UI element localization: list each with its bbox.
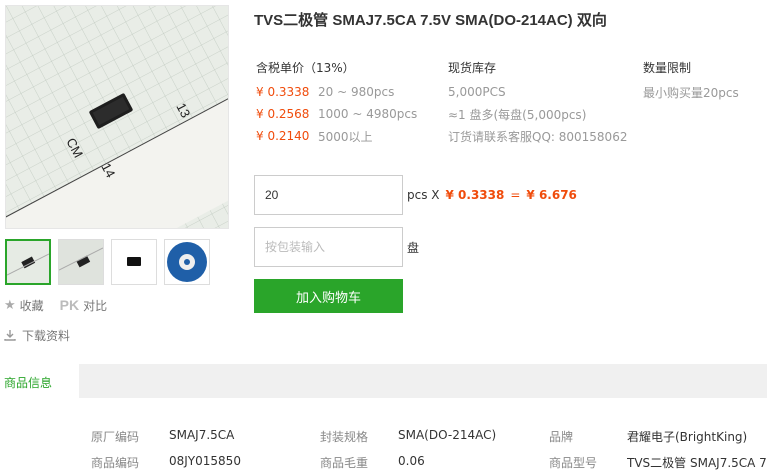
star-icon: ★ [4,297,16,313]
stock-header: 现货库存 [448,61,497,75]
detail-value: SMAJ7.5CA [169,428,235,442]
tools-area: ★ 收藏 PK 对比 下载资料 [4,296,107,344]
unit-price: ¥ 0.3338 [445,188,505,202]
limit-header: 数量限制 [643,61,692,75]
thumbnail-3[interactable] [111,239,157,285]
price-header: 含税单价（13%） [256,61,355,75]
detail-label: 封装规格 [320,430,369,444]
tab-bar: 商品信息 [0,364,767,398]
tier-price: ¥ 0.2140 [256,129,310,143]
product-main-image: CM 14 13 [5,5,229,229]
total-price: ¥ 6.676 [526,188,577,202]
compare-button[interactable]: PK 对比 [60,296,107,314]
price-tier-row: ¥ 0.3338 20 ~ 980pcs [256,81,417,103]
detail-value: SMA(DO-214AC) [398,428,497,442]
detail-value: 0.06 [398,454,425,468]
tier-range: 5000以上 [318,129,373,144]
detail-row: 原厂编码 SMAJ7.5CA 封装规格 SMA(DO-214AC) 品牌 君耀电… [0,428,767,446]
tab-product-info[interactable]: 商品信息 [0,364,79,398]
detail-label: 原厂编码 [91,430,140,444]
limit-text: 最小购买量20pcs [643,85,739,100]
price-tiers: ¥ 0.3338 20 ~ 980pcs ¥ 0.2568 1000 ~ 498… [256,81,417,147]
price-tier-row: ¥ 0.2140 5000以上 [256,125,417,147]
download-label: 下载资料 [22,328,71,343]
favorite-label: 收藏 [19,298,44,313]
price-tier-row: ¥ 0.2568 1000 ~ 4980pcs [256,103,417,125]
detail-label: 商品型号 [549,456,598,470]
thumbnail-2[interactable] [58,239,104,285]
thumbnail-1[interactable] [5,239,51,285]
download-icon [4,330,16,341]
thumbnail-strip [5,239,210,285]
tier-range: 20 ~ 980pcs [318,85,395,99]
download-button[interactable]: 下载资料 [4,326,107,344]
tier-range: 1000 ~ 4980pcs [318,107,418,121]
detail-value: 08JY015850 [169,454,241,468]
detail-value: 君耀电子(BrightKing) [627,430,748,444]
unit-label: pcs X [407,188,440,202]
pack-input[interactable] [254,227,403,267]
stock-info: 5,000PCS ≈1 盘多(每盘(5,000pcs) 订货请联系客服QQ: 8… [448,81,627,147]
pack-unit-label: 盘 [407,241,420,255]
thumbnail-4[interactable] [164,239,210,285]
order-summary: pcs X ¥ 0.3338 = ¥ 6.676 [407,188,577,202]
tier-price: ¥ 0.3338 [256,85,310,99]
product-title: TVS二极管 SMAJ7.5CA 7.5V SMA(DO-214AC) 双向 [254,12,607,29]
detail-label: 品牌 [549,430,574,444]
detail-label: 商品编码 [91,456,140,470]
stock-qty: 5,000PCS [448,85,506,99]
detail-row: 商品编码 08JY015850 商品毛重 0.06 商品型号 TVS二极管 SM… [0,454,767,472]
stock-reel: ≈1 盘多(每盘(5,000pcs) [448,107,587,122]
favorite-button[interactable]: ★ 收藏 [4,296,44,314]
compare-label: 对比 [83,298,108,313]
detail-label: 商品毛重 [320,456,369,470]
add-to-cart-button[interactable]: 加入购物车 [254,279,403,313]
tier-price: ¥ 0.2568 [256,107,310,121]
stock-contact: 订货请联系客服QQ: 800158062 [448,129,628,144]
quantity-input[interactable] [254,175,403,215]
pk-icon: PK [59,297,80,313]
equals-sign: = [510,188,521,202]
detail-value: TVS二极管 SMAJ7.5CA 7... [627,456,767,470]
